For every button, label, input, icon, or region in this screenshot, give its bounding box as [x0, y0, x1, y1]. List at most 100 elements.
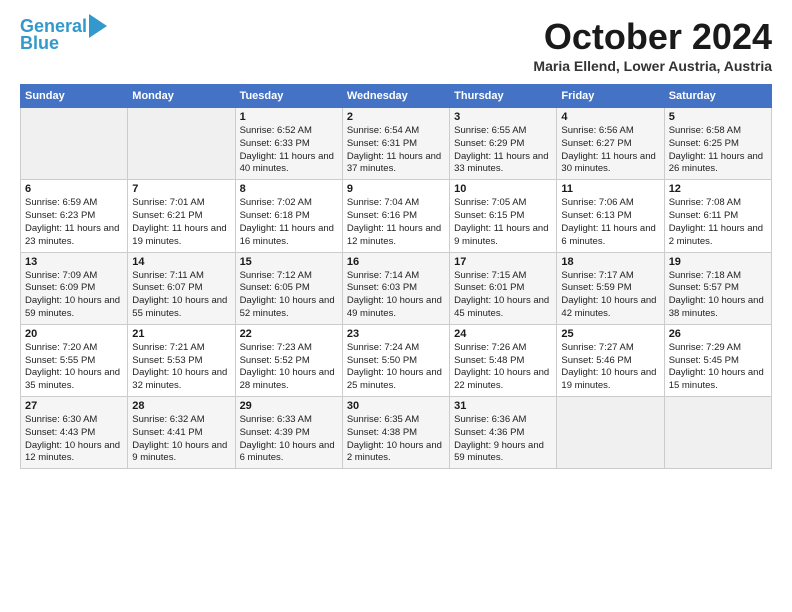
page: General Blue October 2024 Maria Ellend, … — [0, 0, 792, 481]
table-row: 31 Sunrise: 6:36 AM Sunset: 4:36 PM Dayli… — [450, 397, 557, 469]
table-row: 21 Sunrise: 7:21 AM Sunset: 5:53 PM Dayli… — [128, 324, 235, 396]
table-row: 23 Sunrise: 7:24 AM Sunset: 5:50 PM Dayli… — [342, 324, 449, 396]
header-wednesday: Wednesday — [342, 85, 449, 108]
table-row: 4Sunrise: 6:56 AM Sunset: 6:27 PM Daylig… — [557, 108, 664, 180]
location-title: Maria Ellend, Lower Austria, Austria — [533, 58, 772, 74]
day-info: Sunrise: 6:35 AM Sunset: 4:38 PM Dayligh… — [347, 414, 445, 465]
day-info: Sunrise: 7:24 AM Sunset: 5:50 PM Dayligh… — [347, 342, 445, 393]
table-row: 18 Sunrise: 7:17 AM Sunset: 5:59 PM Dayli… — [557, 252, 664, 324]
day-number: 21 — [132, 328, 230, 340]
day-info: Sunrise: 7:29 AM Sunset: 5:45 PM Dayligh… — [669, 342, 767, 393]
table-row — [557, 397, 664, 469]
table-row: 5Sunrise: 6:58 AM Sunset: 6:25 PM Daylig… — [664, 108, 771, 180]
day-info: Sunrise: 7:04 AM Sunset: 6:16 PM Dayligh… — [347, 197, 445, 248]
title-area: October 2024 Maria Ellend, Lower Austria… — [533, 16, 772, 74]
table-row: 17Sunrise: 7:15 AM Sunset: 6:01 PM Dayli… — [450, 252, 557, 324]
calendar-week-row: 20 Sunrise: 7:20 AM Sunset: 5:55 PM Dayli… — [21, 324, 772, 396]
table-row: 10Sunrise: 7:05 AM Sunset: 6:15 PM Dayli… — [450, 180, 557, 252]
day-number: 25 — [561, 328, 659, 340]
header-tuesday: Tuesday — [235, 85, 342, 108]
day-info: Sunrise: 7:02 AM Sunset: 6:18 PM Dayligh… — [240, 197, 338, 248]
day-number: 26 — [669, 328, 767, 340]
calendar-table: Sunday Monday Tuesday Wednesday Thursday… — [20, 84, 772, 469]
day-info: Sunrise: 7:11 AM Sunset: 6:07 PM Dayligh… — [132, 270, 230, 321]
day-info: Sunrise: 7:01 AM Sunset: 6:21 PM Dayligh… — [132, 197, 230, 248]
table-row: 6Sunrise: 6:59 AM Sunset: 6:23 PM Daylig… — [21, 180, 128, 252]
table-row: 20 Sunrise: 7:20 AM Sunset: 5:55 PM Dayli… — [21, 324, 128, 396]
day-info: Sunrise: 7:23 AM Sunset: 5:52 PM Dayligh… — [240, 342, 338, 393]
day-number: 20 — [25, 328, 123, 340]
table-row: 22 Sunrise: 7:23 AM Sunset: 5:52 PM Dayli… — [235, 324, 342, 396]
day-number: 14 — [132, 256, 230, 268]
day-number: 3 — [454, 111, 552, 123]
day-number: 2 — [347, 111, 445, 123]
day-info: Sunrise: 6:52 AM Sunset: 6:33 PM Dayligh… — [240, 125, 338, 176]
table-row: 7 Sunrise: 7:01 AM Sunset: 6:21 PM Daylig… — [128, 180, 235, 252]
table-row: 15 Sunrise: 7:12 AM Sunset: 6:05 PM Dayli… — [235, 252, 342, 324]
day-info: Sunrise: 7:26 AM Sunset: 5:48 PM Dayligh… — [454, 342, 552, 393]
day-number: 23 — [347, 328, 445, 340]
table-row: 16 Sunrise: 7:14 AM Sunset: 6:03 PM Dayli… — [342, 252, 449, 324]
day-info: Sunrise: 7:06 AM Sunset: 6:13 PM Dayligh… — [561, 197, 659, 248]
day-number: 6 — [25, 183, 123, 195]
day-info: Sunrise: 6:36 AM Sunset: 4:36 PM Dayligh… — [454, 414, 552, 465]
day-number: 22 — [240, 328, 338, 340]
header: General Blue October 2024 Maria Ellend, … — [20, 16, 772, 74]
day-info: Sunrise: 6:58 AM Sunset: 6:25 PM Dayligh… — [669, 125, 767, 176]
table-row: 8Sunrise: 7:02 AM Sunset: 6:18 PM Daylig… — [235, 180, 342, 252]
day-info: Sunrise: 7:05 AM Sunset: 6:15 PM Dayligh… — [454, 197, 552, 248]
day-number: 1 — [240, 111, 338, 123]
header-saturday: Saturday — [664, 85, 771, 108]
day-number: 24 — [454, 328, 552, 340]
day-info: Sunrise: 7:21 AM Sunset: 5:53 PM Dayligh… — [132, 342, 230, 393]
logo-blue-text: Blue — [20, 34, 59, 54]
logo-arrow-icon — [89, 14, 107, 38]
table-row: 2 Sunrise: 6:54 AM Sunset: 6:31 PM Daylig… — [342, 108, 449, 180]
day-number: 17 — [454, 256, 552, 268]
table-row: 30 Sunrise: 6:35 AM Sunset: 4:38 PM Dayli… — [342, 397, 449, 469]
calendar-week-row: 13 Sunrise: 7:09 AM Sunset: 6:09 PM Dayli… — [21, 252, 772, 324]
day-number: 29 — [240, 400, 338, 412]
table-row: 12 Sunrise: 7:08 AM Sunset: 6:11 PM Dayli… — [664, 180, 771, 252]
table-row: 1 Sunrise: 6:52 AM Sunset: 6:33 PM Daylig… — [235, 108, 342, 180]
day-number: 16 — [347, 256, 445, 268]
day-info: Sunrise: 7:14 AM Sunset: 6:03 PM Dayligh… — [347, 270, 445, 321]
day-number: 7 — [132, 183, 230, 195]
header-thursday: Thursday — [450, 85, 557, 108]
day-number: 31 — [454, 400, 552, 412]
table-row: 26 Sunrise: 7:29 AM Sunset: 5:45 PM Dayli… — [664, 324, 771, 396]
day-info: Sunrise: 6:30 AM Sunset: 4:43 PM Dayligh… — [25, 414, 123, 465]
day-info: Sunrise: 7:20 AM Sunset: 5:55 PM Dayligh… — [25, 342, 123, 393]
day-number: 9 — [347, 183, 445, 195]
table-row: 27 Sunrise: 6:30 AM Sunset: 4:43 PM Dayli… — [21, 397, 128, 469]
day-info: Sunrise: 7:17 AM Sunset: 5:59 PM Dayligh… — [561, 270, 659, 321]
table-row — [128, 108, 235, 180]
table-row: 19Sunrise: 7:18 AM Sunset: 5:57 PM Dayli… — [664, 252, 771, 324]
day-number: 15 — [240, 256, 338, 268]
day-number: 27 — [25, 400, 123, 412]
day-number: 18 — [561, 256, 659, 268]
table-row: 11Sunrise: 7:06 AM Sunset: 6:13 PM Dayli… — [557, 180, 664, 252]
header-friday: Friday — [557, 85, 664, 108]
day-number: 30 — [347, 400, 445, 412]
day-number: 28 — [132, 400, 230, 412]
table-row: 25 Sunrise: 7:27 AM Sunset: 5:46 PM Dayli… — [557, 324, 664, 396]
day-info: Sunrise: 7:09 AM Sunset: 6:09 PM Dayligh… — [25, 270, 123, 321]
table-row — [664, 397, 771, 469]
day-info: Sunrise: 7:27 AM Sunset: 5:46 PM Dayligh… — [561, 342, 659, 393]
table-row — [21, 108, 128, 180]
day-info: Sunrise: 6:56 AM Sunset: 6:27 PM Dayligh… — [561, 125, 659, 176]
calendar-week-row: 6Sunrise: 6:59 AM Sunset: 6:23 PM Daylig… — [21, 180, 772, 252]
table-row: 14 Sunrise: 7:11 AM Sunset: 6:07 PM Dayli… — [128, 252, 235, 324]
day-info: Sunrise: 6:32 AM Sunset: 4:41 PM Dayligh… — [132, 414, 230, 465]
day-info: Sunrise: 6:55 AM Sunset: 6:29 PM Dayligh… — [454, 125, 552, 176]
table-row: 13 Sunrise: 7:09 AM Sunset: 6:09 PM Dayli… — [21, 252, 128, 324]
day-number: 13 — [25, 256, 123, 268]
table-row: 24 Sunrise: 7:26 AM Sunset: 5:48 PM Dayli… — [450, 324, 557, 396]
header-sunday: Sunday — [21, 85, 128, 108]
day-info: Sunrise: 7:12 AM Sunset: 6:05 PM Dayligh… — [240, 270, 338, 321]
calendar-week-row: 27 Sunrise: 6:30 AM Sunset: 4:43 PM Dayli… — [21, 397, 772, 469]
day-number: 12 — [669, 183, 767, 195]
day-info: Sunrise: 7:08 AM Sunset: 6:11 PM Dayligh… — [669, 197, 767, 248]
day-info: Sunrise: 6:54 AM Sunset: 6:31 PM Dayligh… — [347, 125, 445, 176]
